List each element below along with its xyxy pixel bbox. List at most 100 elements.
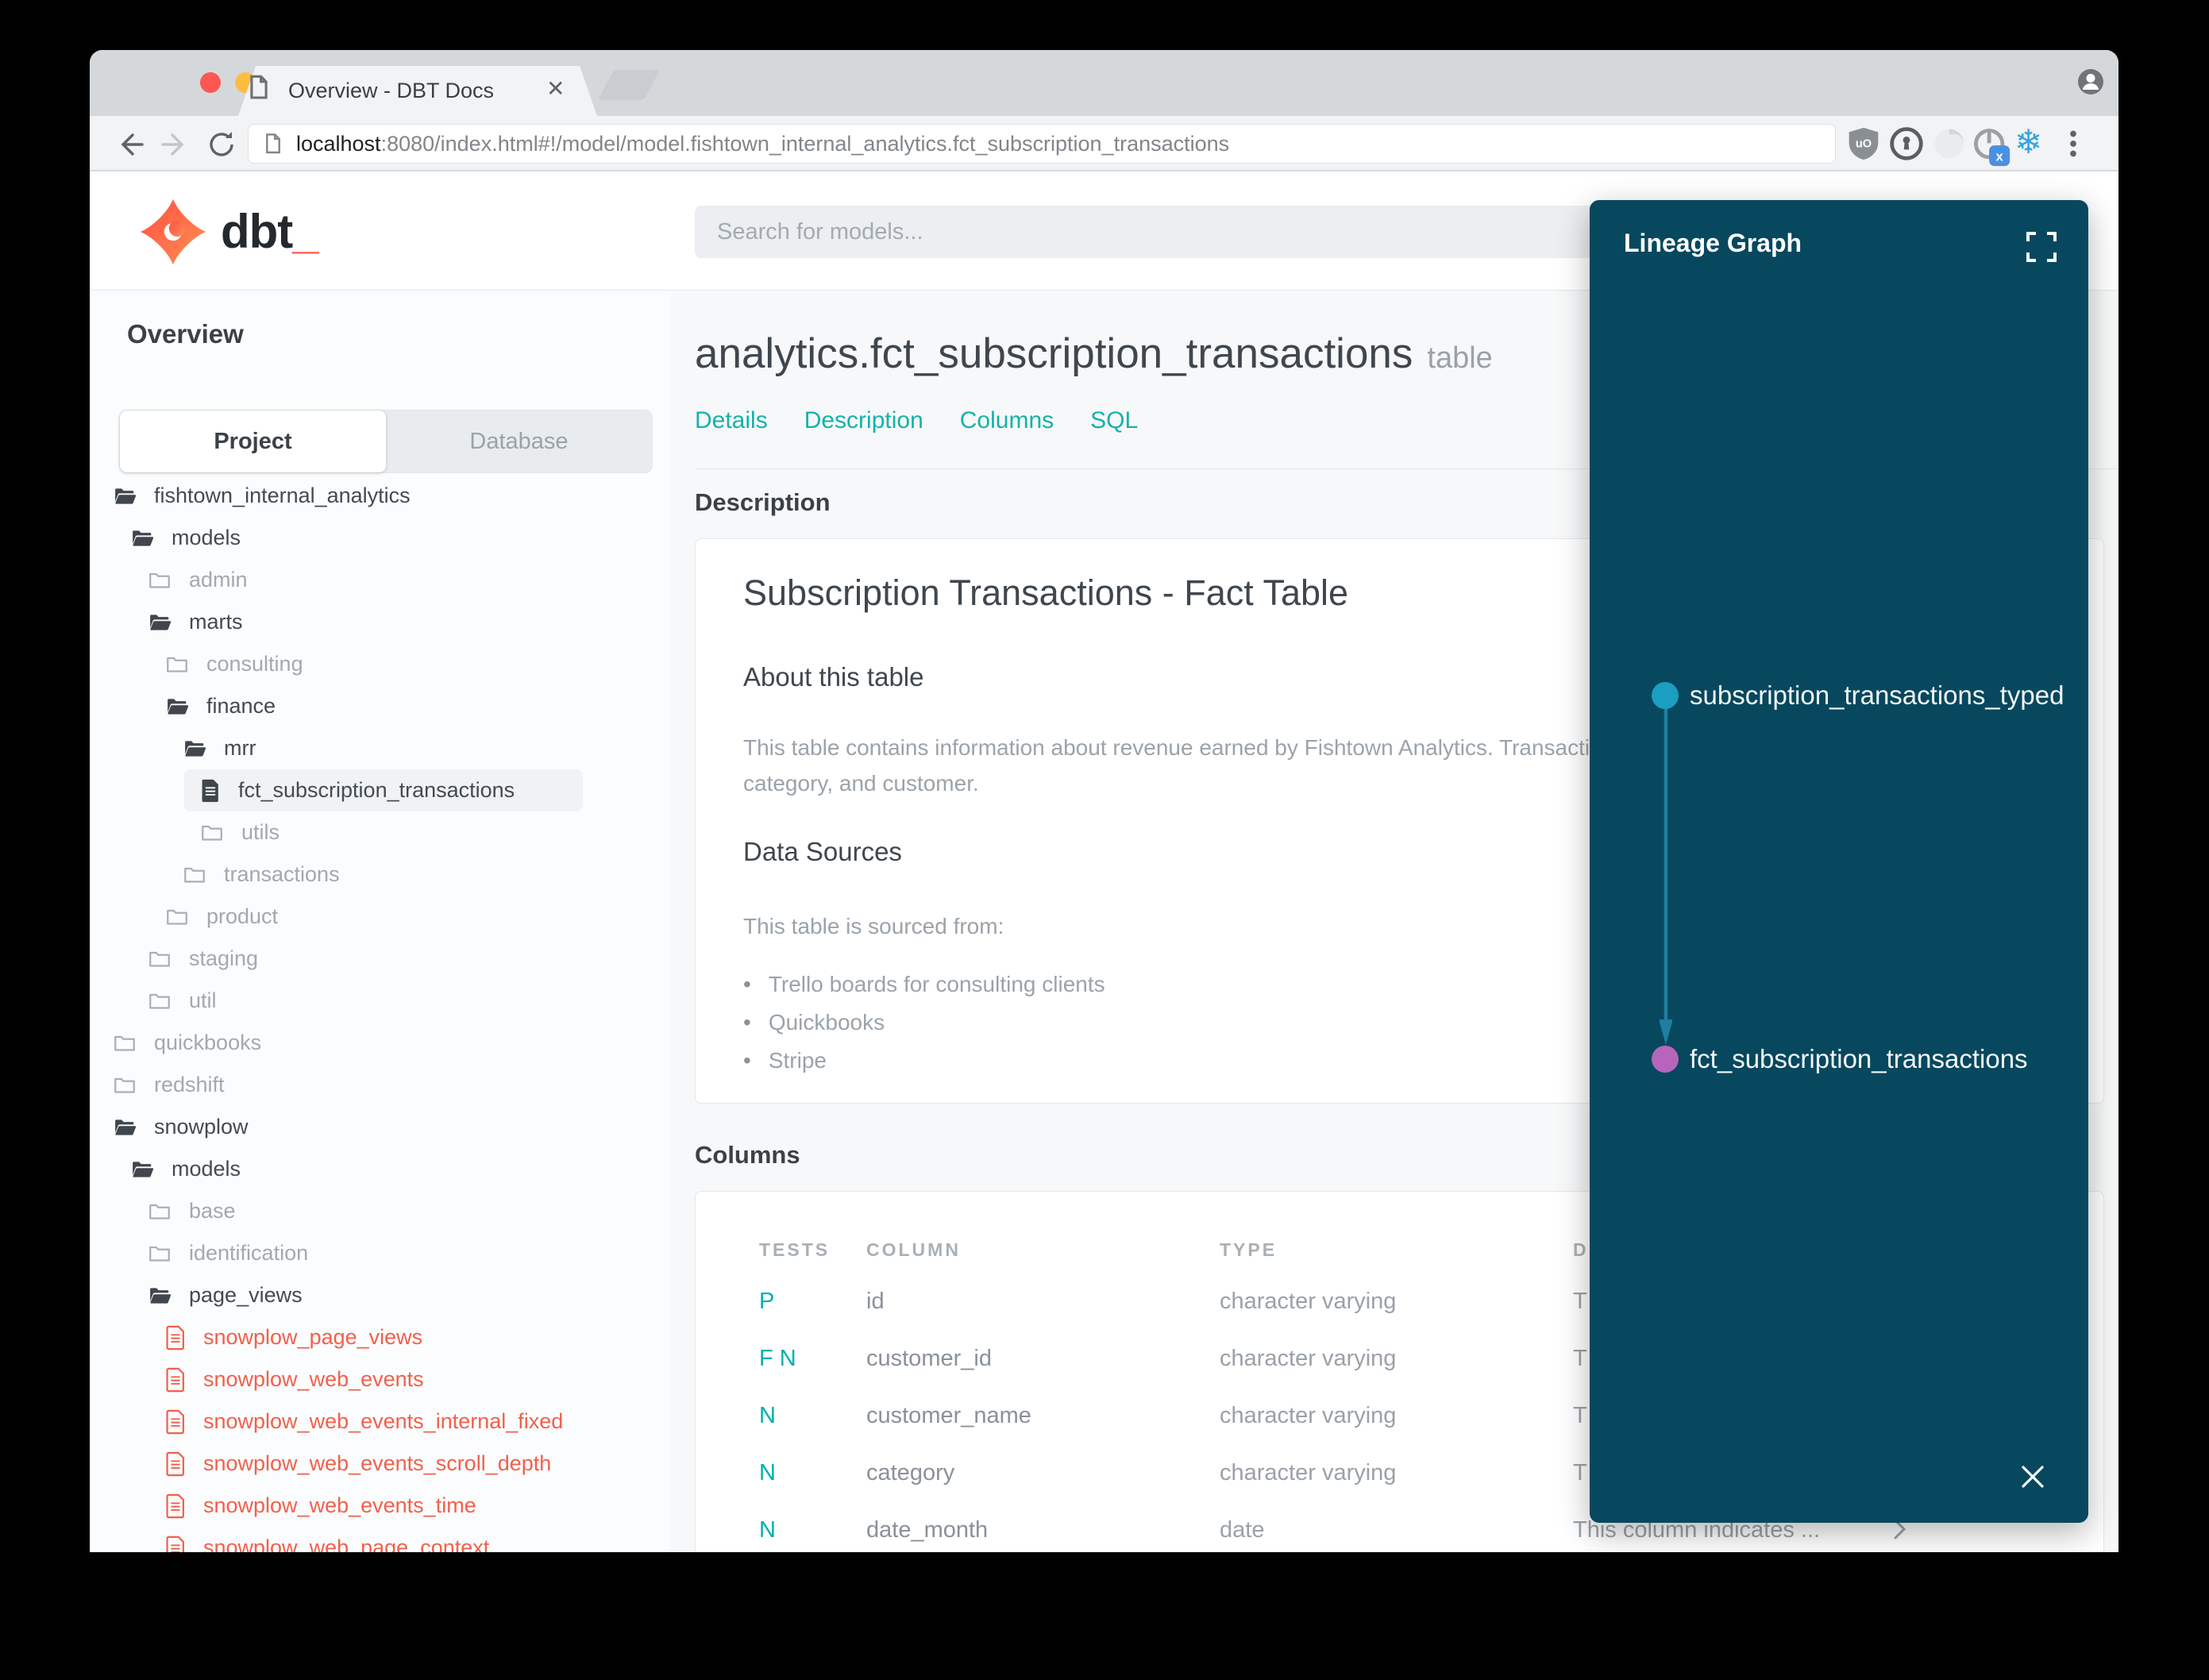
tree-item-quickbooks[interactable]: quickbooks [111, 1022, 261, 1064]
column-header-column: COLUMN [866, 1239, 961, 1260]
about-text-line2: category, and customer. [743, 771, 979, 796]
cell-column-name: customer_id [866, 1346, 992, 1371]
lineage-node-subscription_transactions_typed[interactable]: subscription_transactions_typed [1652, 680, 2064, 711]
back-icon[interactable] [114, 129, 145, 160]
power-extension-icon[interactable]: x [1970, 126, 2011, 168]
page-favicon-icon [250, 75, 268, 99]
lineage-node-fct_subscription_transactions[interactable]: fct_subscription_transactions [1652, 1044, 2028, 1074]
tree-item-snowplow[interactable]: snowplow [111, 1106, 249, 1148]
model-file-icon [164, 1409, 187, 1435]
tree-item-transactions[interactable]: transactions [181, 853, 340, 896]
cell-type: character varying [1220, 1289, 1397, 1314]
lineage-node-label: fct_subscription_transactions [1690, 1044, 2028, 1073]
model-file-icon [164, 1325, 187, 1351]
folder-open-icon [146, 611, 173, 634]
tree-item-page_views[interactable]: page_views [146, 1274, 303, 1316]
tree-item-snowplow_web_page_context[interactable]: snowplow_web_page_context [164, 1527, 489, 1552]
ublock-extension-icon[interactable]: uO [1846, 126, 1881, 161]
tree-item-product[interactable]: product [164, 896, 278, 938]
cell-type: character varying [1220, 1346, 1397, 1371]
onepassword-extension-icon[interactable] [1889, 126, 1924, 161]
browser-menu-icon[interactable] [2057, 128, 2089, 160]
cell-tests: N [759, 1460, 776, 1485]
tree-item-fct_subscription_transactions[interactable]: fct_subscription_transactions [184, 769, 583, 811]
folder-closed-icon [111, 1031, 138, 1055]
tree-item-redshift[interactable]: redshift [111, 1064, 225, 1106]
tree-item-utils[interactable]: utils [199, 811, 279, 853]
tree-item-staging[interactable]: staging [146, 938, 258, 980]
cell-tests: P [759, 1289, 775, 1314]
tree-item-fishtown_internal_analytics[interactable]: fishtown_internal_analytics [111, 475, 411, 517]
tree-item-snowplow_web_events_internal_fixed[interactable]: snowplow_web_events_internal_fixed [164, 1401, 563, 1443]
model-nav-description[interactable]: Description [804, 407, 923, 434]
model-nav-columns[interactable]: Columns [960, 407, 1054, 434]
folder-closed-icon [164, 905, 191, 929]
browser-window: Overview - DBT Docs ✕ localhost:8080/ind… [90, 50, 2118, 1552]
model-nav-details[interactable]: Details [695, 407, 768, 434]
tree-item-identification[interactable]: identification [146, 1232, 308, 1274]
tree-item-snowplow_web_events[interactable]: snowplow_web_events [164, 1358, 424, 1401]
tree-item-label: quickbooks [154, 1031, 262, 1054]
lineage-node-dot [1652, 682, 1679, 709]
model-file-icon [164, 1367, 187, 1393]
sources-intro: This table is sourced from: [743, 914, 1004, 938]
snowflake-extension-icon[interactable]: ❄ [2014, 122, 2042, 161]
tree-item-label: base [189, 1199, 236, 1223]
tree-item-snowplow_page_views[interactable]: snowplow_page_views [164, 1316, 422, 1358]
model-nav-sql[interactable]: SQL [1090, 407, 1138, 434]
tree-item-models[interactable]: models [129, 1148, 241, 1190]
tree-item-label: consulting [206, 652, 303, 676]
tree-item-label: snowplow_web_events_scroll_depth [203, 1451, 552, 1475]
cell-tests: N [759, 1403, 776, 1428]
cell-column-name: date_month [866, 1517, 989, 1543]
tree-item-base[interactable]: base [146, 1190, 236, 1232]
tree-item-label: finance [206, 694, 276, 718]
folder-closed-icon [146, 568, 173, 592]
folder-closed-icon [146, 1242, 173, 1266]
cell-type: character varying [1220, 1460, 1397, 1485]
tree-item-util[interactable]: util [146, 980, 217, 1022]
sources-list: Trello boards for consulting clients Quic… [743, 972, 1105, 1086]
tree-item-snowplow_web_events_time[interactable]: snowplow_web_events_time [164, 1485, 476, 1527]
window-close-button[interactable] [200, 72, 221, 93]
tree-item-label: mrr [224, 736, 256, 760]
tree-item-label: utils [241, 820, 280, 844]
tree-item-label: product [206, 904, 279, 928]
lineage-close-icon[interactable] [2015, 1459, 2050, 1494]
cell-column-name: id [866, 1289, 885, 1314]
tree-item-label: snowplow_web_events_time [203, 1493, 476, 1517]
tree-item-label: snowplow_web_page_context [203, 1536, 490, 1552]
folder-closed-icon [146, 947, 173, 971]
profile-avatar-icon[interactable] [2076, 67, 2105, 96]
page-icon [266, 133, 280, 154]
cell-type: date [1220, 1517, 1265, 1543]
forward-icon[interactable] [160, 129, 191, 160]
new-tab-button[interactable] [597, 70, 661, 100]
about-heading: About this table [743, 662, 924, 692]
lineage-node-label: subscription_transactions_typed [1690, 680, 2064, 710]
tree-item-snowplow_web_events_scroll_depth[interactable]: snowplow_web_events_scroll_depth [164, 1443, 551, 1485]
column-header-tests: TESTS [759, 1239, 831, 1260]
tree-item-consulting[interactable]: consulting [164, 643, 303, 685]
source-item: Stripe [743, 1048, 1105, 1073]
description-section-heading: Description [695, 488, 831, 516]
tab-close-icon[interactable]: ✕ [546, 75, 565, 102]
model-type-badge: table [1427, 341, 1493, 375]
cell-tests: N [759, 1517, 776, 1543]
page-title: analytics.fct_subscription_transactions t… [695, 329, 1493, 378]
cell-type: character varying [1220, 1403, 1397, 1428]
folder-open-icon [111, 484, 138, 508]
tree-item-marts[interactable]: marts [146, 601, 243, 643]
grey-swirl-extension-icon[interactable] [1932, 126, 1967, 161]
svg-text:x: x [1995, 149, 2003, 164]
tree-item-mrr[interactable]: mrr [181, 727, 256, 769]
tree-item-finance[interactable]: finance [164, 685, 276, 727]
cell-description: T [1573, 1289, 1587, 1314]
tree-item-models[interactable]: models [129, 517, 241, 559]
cell-description: T [1573, 1460, 1587, 1485]
lineage-graph-panel: Lineage Graph subscription_transactions_… [1590, 200, 2088, 1523]
tree-item-admin[interactable]: admin [146, 559, 248, 601]
tree-item-label: fct_subscription_transactions [238, 778, 515, 802]
reload-icon[interactable] [206, 129, 237, 160]
lineage-node-dot [1652, 1046, 1679, 1073]
